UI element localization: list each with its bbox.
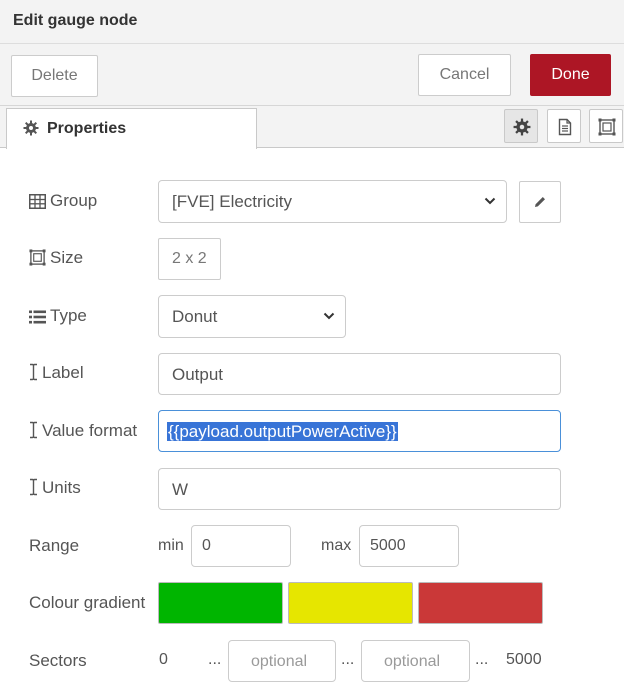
range-max-input[interactable]: 5000 [359, 525, 459, 567]
size-button[interactable]: 2 x 2 [158, 238, 221, 280]
pencil-icon [535, 197, 545, 207]
range-min-value: 0 [202, 537, 211, 554]
units-input[interactable]: W [158, 468, 561, 510]
type-row-label: Type [29, 306, 87, 326]
dialog-title: Edit gauge node [13, 12, 138, 29]
size-value: 2 x 2 [172, 250, 207, 267]
colour-gradient-swatch-2[interactable] [288, 582, 413, 624]
cancel-button[interactable]: Cancel [418, 54, 511, 96]
size-label: Size [50, 248, 84, 267]
text-cursor-icon [30, 478, 37, 496]
edit-group-button[interactable] [519, 181, 561, 223]
frame-icon [598, 118, 616, 136]
frame-icon [29, 249, 46, 266]
sector-2-input[interactable]: optional [361, 640, 470, 682]
tab-properties-label: Properties [47, 120, 127, 137]
sectors-separator-3: ... [475, 651, 489, 668]
group-row-label: Group [29, 191, 97, 211]
text-cursor-icon [30, 363, 37, 381]
document-icon [558, 118, 572, 136]
range-max-label: max [321, 537, 352, 554]
group-select[interactable]: [FVE] Electricity [158, 180, 507, 223]
label-input[interactable]: Output [158, 353, 561, 395]
properties-form: Group [FVE] Electricity Size 2 x 2 Type … [0, 148, 624, 693]
action-bar: Delete Cancel Done [0, 44, 624, 106]
list-icon [29, 310, 46, 324]
sector-2-placeholder: optional [384, 653, 441, 670]
tab-properties[interactable]: Properties [6, 108, 257, 149]
chevron-down-icon [484, 197, 496, 205]
range-min-input[interactable]: 0 [191, 525, 291, 567]
sectors-separator-2: ... [341, 651, 355, 668]
group-label: Group [50, 191, 98, 210]
range-label: Range [29, 536, 80, 555]
delete-button[interactable]: Delete [11, 55, 98, 97]
value-format-input[interactable]: {{payload.outputPowerActive}} [158, 410, 561, 452]
sector-1-placeholder: optional [251, 653, 308, 670]
value-format-row-label: Value format [29, 421, 137, 441]
sector-1-input[interactable]: optional [228, 640, 336, 682]
chevron-down-icon [323, 312, 335, 320]
units-label: Units [42, 478, 81, 497]
text-cursor-icon [30, 421, 37, 439]
done-button[interactable]: Done [530, 54, 611, 96]
type-select-value: Donut [172, 307, 218, 326]
units-row-label: Units [29, 478, 81, 498]
tab-bar: Properties [0, 106, 624, 149]
range-max-value: 5000 [370, 537, 406, 554]
units-input-value: W [172, 480, 189, 499]
tab-appearance[interactable] [589, 109, 623, 143]
sectors-end-value: 5000 [506, 651, 542, 668]
tab-settings[interactable] [504, 109, 538, 143]
value-format-input-value: {{payload.outputPowerActive}} [167, 422, 398, 441]
gear-icon [23, 120, 39, 136]
colour-gradient-swatch-3[interactable] [418, 582, 543, 624]
sectors-start-value: 0 [159, 651, 168, 668]
dialog-title-bar: Edit gauge node [0, 0, 624, 44]
type-label: Type [50, 306, 87, 325]
sectors-separator-1: ... [208, 651, 222, 668]
size-row-label: Size [29, 248, 83, 268]
tab-description[interactable] [547, 109, 581, 143]
group-select-value: [FVE] Electricity [172, 192, 292, 211]
value-format-label: Value format [42, 421, 138, 440]
label-input-value: Output [172, 365, 224, 384]
colour-gradient-label: Colour gradient [29, 593, 146, 612]
colour-gradient-swatch-1[interactable] [158, 582, 283, 624]
sectors-label: Sectors [29, 651, 87, 670]
gear-icon [513, 118, 531, 136]
table-icon [29, 194, 46, 209]
label-label: Label [42, 363, 84, 382]
range-min-label: min [158, 537, 184, 554]
type-select[interactable]: Donut [158, 295, 346, 338]
label-row-label: Label [29, 363, 84, 383]
